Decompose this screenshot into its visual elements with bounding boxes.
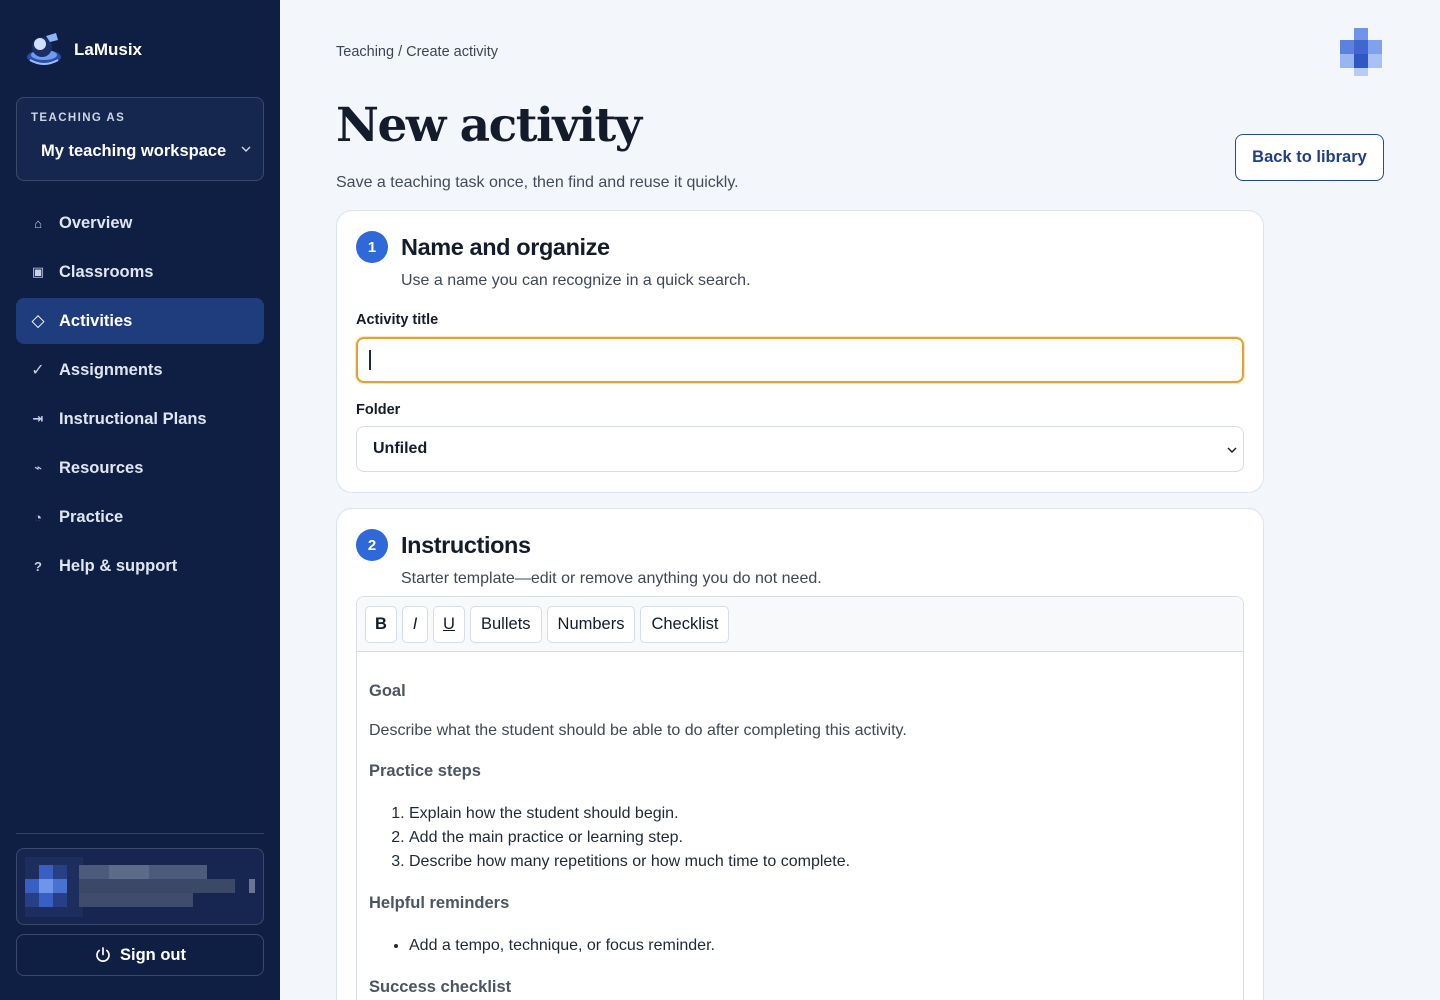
practice-steps-list: Explain how the student should begin. Ad… [369, 802, 1231, 874]
back-to-library-button[interactable]: Back to library [1235, 134, 1384, 181]
page-title: New activity [336, 98, 642, 153]
name-and-organize-section: 1 Name and organize Use a name you can r… [336, 210, 1264, 493]
folder-select-value: Unfiled [373, 440, 428, 457]
brand[interactable]: LaMusix [24, 30, 142, 70]
bullets-button[interactable]: Bullets [470, 605, 542, 643]
section-title: Instructions [401, 532, 531, 558]
sidebar-item-help[interactable]: ? Help & support [16, 543, 264, 589]
step-number-badge: 2 [356, 529, 388, 561]
goal-heading: Goal [369, 682, 406, 700]
activity-title-label: Activity title [356, 312, 439, 328]
help-icon: ? [34, 558, 42, 574]
page-subtitle: Save a teaching task once, then find and… [336, 174, 739, 191]
sidebar-item-label: Resources [59, 458, 144, 477]
sidebar-item-label: Practice [59, 507, 124, 526]
sidebar-item-assignments[interactable]: ✓ Assignments [16, 347, 264, 393]
sidebar-item-label: Assignments [59, 360, 163, 379]
sidebar-item-instructional-plans[interactable]: ⇥ Instructional Plans [16, 396, 264, 442]
power-icon [96, 947, 110, 962]
list-item: Add a tempo, technique, or focus reminde… [409, 934, 1231, 958]
editor-content[interactable]: Goal Describe what the student should be… [357, 652, 1243, 998]
sidebar-item-activities[interactable]: ◇ Activities [16, 298, 264, 344]
workspace-switcher[interactable]: TEACHING AS My teaching workspace [16, 97, 264, 181]
sign-out-button[interactable]: Sign out [16, 934, 264, 976]
workspace-label: TEACHING AS [31, 112, 126, 124]
diamond-icon: ◇ [31, 311, 45, 330]
sidebar: LaMusix TEACHING AS My teaching workspac… [0, 0, 280, 1000]
sidebar-item-classrooms[interactable]: ▣ Classrooms [16, 249, 264, 295]
sidebar-item-resources[interactable]: ⌁ Resources [16, 445, 264, 491]
reminders-list: Add a tempo, technique, or focus reminde… [369, 934, 1231, 958]
step-number-badge: 1 [356, 231, 388, 263]
checklist-button[interactable]: Checklist [640, 605, 730, 643]
resources-icon: ⌁ [34, 460, 42, 475]
breadcrumb: Teaching / Create activity [336, 44, 498, 60]
chevron-down-icon [241, 146, 251, 152]
sidebar-item-overview[interactable]: ⌂ Overview [16, 200, 264, 246]
avatar[interactable] [1340, 28, 1388, 76]
sidebar-item-label: Activities [59, 311, 133, 330]
sidebar-item-practice[interactable]: ◔ Practice [16, 494, 264, 540]
activity-title-input[interactable] [356, 337, 1244, 383]
practice-steps-heading: Practice steps [369, 762, 481, 780]
text-caret [369, 350, 371, 370]
user-name-redacted [79, 865, 255, 907]
sidebar-item-label: Help & support [59, 556, 178, 575]
workspace-value: My teaching workspace [41, 142, 227, 160]
user-card[interactable] [16, 848, 264, 925]
success-checklist-heading: Success checklist [369, 978, 512, 996]
brand-logo-icon [27, 33, 61, 65]
bold-button[interactable]: B [365, 605, 397, 643]
folder-select[interactable]: Unfiled [356, 426, 1244, 472]
section-subtitle: Use a name you can recognize in a quick … [401, 272, 751, 289]
goal-text: Describe what the student should be able… [369, 722, 907, 739]
editor-toolbar: B I U Bullets Numbers Checklist [357, 597, 1243, 652]
section-title: Name and organize [401, 234, 610, 260]
brand-name: LaMusix [74, 40, 143, 59]
home-icon: ⌂ [34, 215, 42, 231]
instructions-section: 2 Instructions Starter template—edit or … [336, 508, 1264, 1000]
sidebar-nav: ⌂ Overview ▣ Classrooms ◇ Activities ✓ A… [16, 200, 264, 592]
underline-button[interactable]: U [433, 605, 465, 643]
italic-button[interactable]: I [402, 605, 428, 643]
sign-out-label: Sign out [120, 945, 186, 964]
check-icon: ✓ [31, 362, 45, 379]
list-item: Describe how many repetitions or how muc… [409, 850, 1231, 874]
list-item: Explain how the student should begin. [409, 802, 1231, 826]
numbers-button[interactable]: Numbers [546, 605, 636, 643]
sidebar-item-label: Classrooms [59, 262, 154, 281]
timer-icon: ◔ [34, 509, 42, 525]
chevron-down-icon [1227, 447, 1237, 453]
avatar [25, 857, 83, 917]
list-item: Add the main practice or learning step. [409, 826, 1231, 850]
sidebar-item-label: Overview [59, 213, 133, 232]
section-subtitle: Starter template—edit or remove anything… [401, 570, 822, 587]
arrow-to-bar-icon: ⇥ [32, 411, 44, 426]
helpful-reminders-heading: Helpful reminders [369, 894, 510, 912]
classroom-icon: ▣ [31, 264, 45, 279]
folder-label: Folder [356, 402, 401, 418]
sidebar-divider [16, 833, 264, 834]
sidebar-item-label: Instructional Plans [59, 409, 207, 428]
rich-text-editor: B I U Bullets Numbers Checklist Goal Des… [356, 596, 1244, 1000]
